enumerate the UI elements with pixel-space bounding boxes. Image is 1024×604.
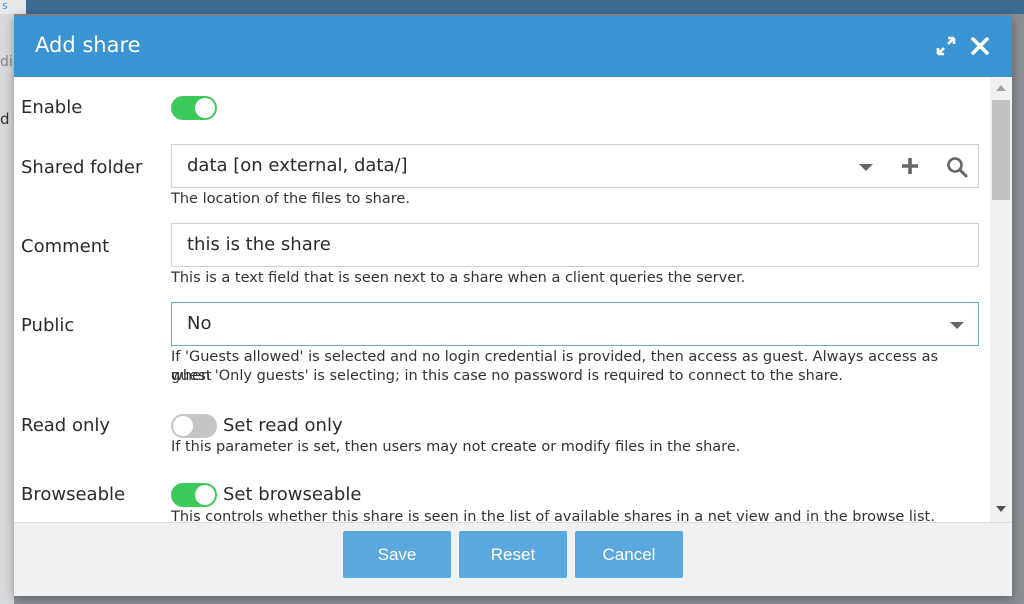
- dialog-header: Add share: [14, 16, 1012, 77]
- browseable-toggle-label[interactable]: Set browseable: [223, 484, 361, 505]
- plus-icon[interactable]: [900, 156, 920, 180]
- read-only-label: Read only: [21, 415, 111, 436]
- cancel-button[interactable]: Cancel: [575, 531, 683, 578]
- background-sidebar: di d: [0, 14, 14, 604]
- shared-folder-help: The location of the files to share.: [171, 191, 410, 207]
- background-text: d: [0, 110, 10, 128]
- dialog-footer: Save Reset Cancel: [14, 522, 1012, 596]
- scroll-up-icon[interactable]: [996, 85, 1006, 91]
- browseable-label: Browseable: [21, 484, 126, 505]
- chevron-down-icon[interactable]: [950, 322, 964, 329]
- background-tab: s: [0, 0, 26, 14]
- comment-label: Comment: [21, 236, 110, 257]
- background-text: di: [0, 54, 13, 70]
- close-icon[interactable]: [970, 36, 990, 56]
- read-only-toggle[interactable]: [171, 414, 217, 438]
- scrollbar[interactable]: [990, 77, 1012, 522]
- reset-button[interactable]: Reset: [459, 531, 567, 578]
- enable-label: Enable: [21, 97, 83, 118]
- search-icon[interactable]: [946, 156, 968, 182]
- public-help-line2: when 'Only guests' is selecting; in this…: [171, 368, 843, 384]
- comment-help: This is a text field that is seen next t…: [171, 270, 746, 286]
- comment-value: this is the share: [187, 234, 331, 255]
- read-only-toggle-label[interactable]: Set read only: [223, 415, 343, 436]
- shared-folder-label: Shared folder: [21, 157, 143, 178]
- background-topbar: [0, 0, 1024, 14]
- comment-input[interactable]: this is the share: [171, 223, 979, 267]
- shared-folder-select[interactable]: data [on external, data/]: [171, 144, 979, 188]
- toggle-knob: [195, 485, 215, 505]
- dialog-title: Add share: [35, 33, 141, 57]
- browseable-help: This controls whether this share is seen…: [171, 509, 935, 522]
- public-value: No: [187, 313, 212, 334]
- browseable-toggle[interactable]: [171, 483, 217, 507]
- chevron-down-icon[interactable]: [859, 164, 873, 171]
- scrollbar-thumb[interactable]: [992, 100, 1010, 200]
- toggle-knob: [195, 98, 215, 118]
- save-button[interactable]: Save: [343, 531, 451, 578]
- public-label: Public: [21, 315, 75, 336]
- enable-toggle[interactable]: [171, 96, 217, 120]
- public-select[interactable]: No: [171, 302, 979, 346]
- read-only-help: If this parameter is set, then users may…: [171, 439, 741, 455]
- dialog-body[interactable]: Enable Shared folder data [on external, …: [14, 77, 990, 522]
- toggle-knob: [173, 416, 193, 436]
- expand-icon[interactable]: [936, 36, 956, 56]
- add-share-dialog: Add share Enable Shared folder data [on …: [14, 16, 1012, 596]
- scroll-down-icon[interactable]: [996, 506, 1006, 512]
- shared-folder-value: data [on external, data/]: [187, 155, 408, 176]
